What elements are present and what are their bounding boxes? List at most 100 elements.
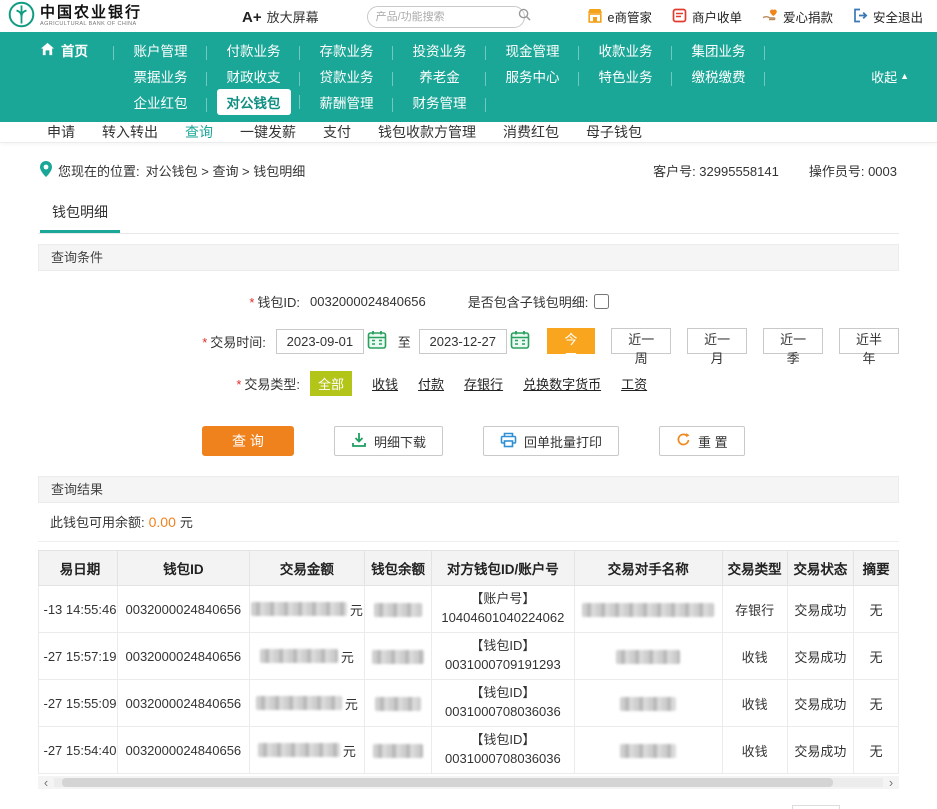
col-counterparty-id: 对方钱包ID/账户号 xyxy=(431,551,574,586)
nav-item-home[interactable]: 首页 xyxy=(14,40,114,60)
quicklink-charity-donation[interactable]: 爱心捐款 xyxy=(762,7,833,26)
subnav-apply[interactable]: 申请 xyxy=(47,122,75,142)
quicklink-label: 爱心捐款 xyxy=(783,7,833,26)
main-content: 您现在的位置: 对公钱包 > 查询 > 钱包明细 客户号: 3299555814… xyxy=(38,143,899,809)
action-buttons-row: 查 询 明细下载 回单批量打印 重 置 xyxy=(202,426,899,456)
nav-item-finance-mgmt[interactable]: 财务管理 xyxy=(393,92,486,112)
nav-item-deposit-biz[interactable]: 存款业务 xyxy=(300,40,393,60)
bank-name: 中国农业银行 xyxy=(40,5,142,20)
transaction-time-row: *交易时间: 至 今天 近一周 近一月 近一季 近半年 xyxy=(38,328,899,354)
download-icon xyxy=(351,432,367,451)
type-all-chip[interactable]: 全部 xyxy=(310,371,352,396)
col-transaction-date: 易日期 xyxy=(39,551,118,586)
subnav-query[interactable]: 查询 xyxy=(185,122,213,142)
scroll-left-arrow-icon[interactable]: ‹ xyxy=(38,776,54,789)
nav-item-account-mgmt[interactable]: 账户管理 xyxy=(114,40,207,60)
type-exchange-digital-currency-link[interactable]: 兑换数字货币 xyxy=(523,374,601,393)
nav-item-bill-biz[interactable]: 票据业务 xyxy=(114,66,207,86)
cell-counterparty-id: 【钱包ID】0031000708036036 xyxy=(431,680,574,727)
redacted-amount xyxy=(251,602,347,616)
nav-item-collection-biz[interactable]: 收款业务 xyxy=(579,40,672,60)
type-pay-link[interactable]: 付款 xyxy=(418,374,444,393)
type-deposit-bank-link[interactable]: 存银行 xyxy=(464,374,503,393)
nav-collapse-button[interactable]: 收起 ▲ xyxy=(871,67,909,86)
cell-amount: 元 xyxy=(249,727,364,774)
subnav-consume-redpacket[interactable]: 消费红包 xyxy=(503,122,559,142)
nav-item-investment-biz[interactable]: 投资业务 xyxy=(393,40,486,60)
search-input[interactable] xyxy=(376,11,518,23)
nav-item-tax-payment[interactable]: 缴税缴费 xyxy=(672,66,765,86)
table-row: -13 14:55:46 0032000024840656 元 【账户号】104… xyxy=(39,586,899,633)
subnav-payee-mgmt[interactable]: 钱包收款方管理 xyxy=(378,122,476,142)
redacted-balance xyxy=(374,603,422,617)
quicklink-safe-exit[interactable]: 安全退出 xyxy=(853,7,923,26)
horizontal-scrollbar[interactable]: ‹ › xyxy=(38,776,899,789)
date-from-calendar-button[interactable] xyxy=(367,329,388,353)
cell-status: 交易成功 xyxy=(787,727,854,774)
nav-item-special-biz[interactable]: 特色业务 xyxy=(579,66,672,86)
receipt-batch-print-button[interactable]: 回单批量打印 xyxy=(483,426,619,456)
quicklink-e-merchant[interactable]: e商管家 xyxy=(587,7,652,26)
printer-icon xyxy=(500,432,517,451)
scrollbar-thumb[interactable] xyxy=(62,778,833,787)
results-table: 易日期 钱包ID 交易金额 钱包余额 对方钱包ID/账户号 交易对手名称 交易类… xyxy=(38,550,899,774)
cell-counterparty-id: 【账户号】10404601040224062 xyxy=(431,586,574,633)
range-quarter-button[interactable]: 近一季 xyxy=(763,328,823,354)
nav-item-payroll-mgmt[interactable]: 薪酬管理 xyxy=(300,92,393,112)
page-number-input[interactable] xyxy=(792,805,840,809)
nav-item-fiscal[interactable]: 财政收支 xyxy=(207,66,300,86)
wallet-id-row: *钱包ID: 0032000024840656 是否包含子钱包明细: xyxy=(38,292,899,311)
nav-item-loan-biz[interactable]: 贷款业务 xyxy=(300,66,393,86)
operator-number: 操作员号: 0003 xyxy=(809,161,897,180)
nav-item-group-biz[interactable]: 集团业务 xyxy=(672,40,765,60)
date-to-calendar-button[interactable] xyxy=(510,329,531,353)
zoom-screen-control[interactable]: A+ 放大屏幕 xyxy=(242,7,319,26)
date-from-input[interactable] xyxy=(276,329,364,354)
subnav-parent-child-wallet[interactable]: 母子钱包 xyxy=(586,122,642,142)
type-salary-link[interactable]: 工资 xyxy=(621,374,647,393)
search-icon[interactable] xyxy=(518,8,531,26)
nav-item-service-center[interactable]: 服务中心 xyxy=(486,66,579,86)
nav-item-cash-mgmt[interactable]: 现金管理 xyxy=(486,40,579,60)
reset-button[interactable]: 重 置 xyxy=(659,426,745,456)
query-form: *钱包ID: 0032000024840656 是否包含子钱包明细: *交易时间… xyxy=(38,271,899,402)
subnav-one-key-payroll[interactable]: 一键发薪 xyxy=(240,122,296,142)
tab-wallet-detail[interactable]: 钱包明细 xyxy=(40,196,120,233)
quicklink-merchant-acquiring[interactable]: 商户收单 xyxy=(672,7,742,26)
calendar-icon xyxy=(510,330,530,353)
subnav-pay[interactable]: 支付 xyxy=(323,122,351,142)
type-receive-link[interactable]: 收钱 xyxy=(372,374,398,393)
include-sub-wallet-checkbox[interactable] xyxy=(594,294,609,309)
main-navigation: 首页 账户管理 付款业务 存款业务 投资业务 现金管理 收款业务 集团业务 票据… xyxy=(0,32,937,122)
col-amount: 交易金额 xyxy=(249,551,364,586)
subnav-transfer[interactable]: 转入转出 xyxy=(102,122,158,142)
scrollbar-track[interactable] xyxy=(54,778,883,787)
balance-unit: 元 xyxy=(180,512,193,531)
range-week-button[interactable]: 近一周 xyxy=(611,328,671,354)
query-button[interactable]: 查 询 xyxy=(202,426,294,456)
zoom-a-plus[interactable]: A+ xyxy=(242,9,262,26)
wallet-id-value: 0032000024840656 xyxy=(310,294,426,309)
product-search-box[interactable] xyxy=(367,6,525,28)
calendar-icon xyxy=(367,330,387,353)
nav-item-corporate-wallet[interactable]: 对公钱包 xyxy=(207,89,300,115)
counterparty-id: 0031000709191293 xyxy=(432,656,574,675)
breadcrumb: 您现在的位置: 对公钱包 > 查询 > 钱包明细 xyxy=(40,161,305,180)
nav-item-enterprise-redpacket[interactable]: 企业红包 xyxy=(114,92,207,112)
redacted-name xyxy=(616,650,680,664)
table-row: -27 15:54:40 0032000024840656 元 【钱包ID】00… xyxy=(39,727,899,774)
nav-active-label: 对公钱包 xyxy=(217,89,291,115)
nav-item-payment-biz[interactable]: 付款业务 xyxy=(207,40,300,60)
range-month-button[interactable]: 近一月 xyxy=(687,328,747,354)
date-to-input[interactable] xyxy=(419,329,507,354)
nav-item-pension[interactable]: 养老金 xyxy=(393,66,486,86)
range-half-year-button[interactable]: 近半年 xyxy=(839,328,899,354)
cell-status: 交易成功 xyxy=(787,680,854,727)
cell-balance xyxy=(365,586,432,633)
scroll-right-arrow-icon[interactable]: › xyxy=(883,776,899,789)
detail-download-button[interactable]: 明细下载 xyxy=(334,426,443,456)
range-today-button[interactable]: 今天 xyxy=(547,328,596,354)
cell-counterparty-name xyxy=(574,727,722,774)
redacted-balance xyxy=(375,697,421,711)
amount-unit: 元 xyxy=(350,603,363,618)
